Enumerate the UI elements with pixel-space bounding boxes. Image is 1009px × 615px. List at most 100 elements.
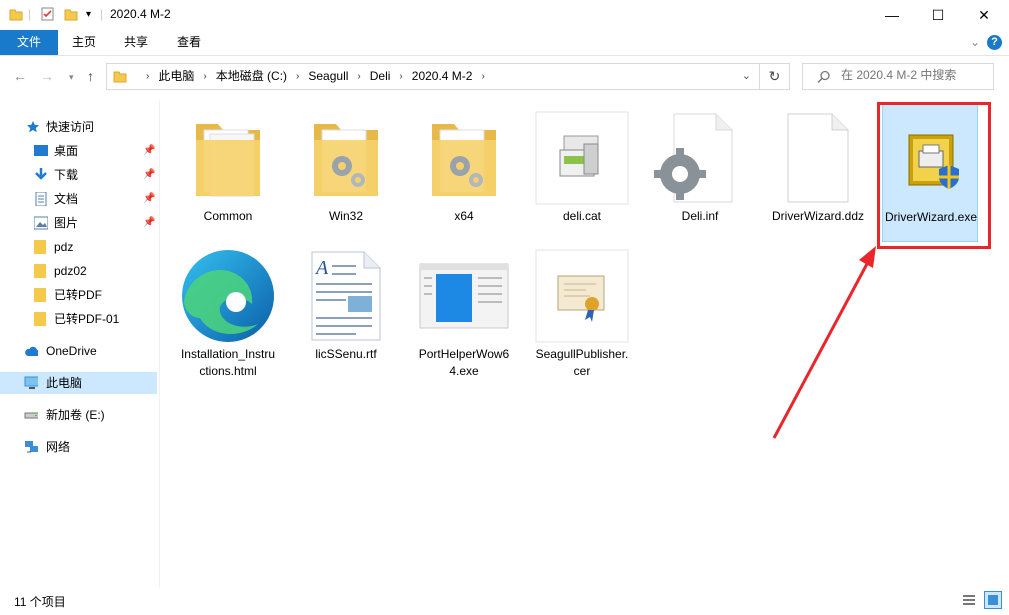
cloud-icon	[25, 346, 38, 356]
file-item-deli-inf[interactable]: Deli.inf	[652, 104, 748, 242]
toolbar-divider: |	[28, 7, 32, 21]
sidebar-item-pictures[interactable]: 图片 📌	[0, 212, 157, 234]
picture-icon	[34, 216, 48, 230]
pin-icon[interactable]: 📌	[143, 212, 155, 234]
sidebar-item-label: pdz	[54, 240, 74, 254]
file-name: licSSenu.rtf	[315, 347, 377, 361]
forward-icon[interactable]: →	[40, 68, 54, 84]
folder-gear-icon	[432, 124, 496, 196]
file-name: Deli.inf	[681, 209, 719, 223]
chevron-right-icon: ›	[399, 71, 403, 82]
chevron-right-icon: ›	[203, 71, 207, 82]
large-icons-view-icon[interactable]	[984, 591, 1002, 609]
folder-icon[interactable]	[9, 7, 23, 21]
maximize-button[interactable]: ☐	[915, 0, 961, 30]
sidebar-item-pdz02[interactable]: pdz02	[0, 260, 157, 282]
file-name: SeagullPublisher.cer	[535, 347, 629, 378]
new-folder-icon[interactable]	[64, 7, 78, 21]
address-bar[interactable]: › 此电脑 › 本地磁盘 (C:) › Seagull › Deli › 202…	[106, 63, 760, 90]
sidebar-item-converted-pdf-01[interactable]: 已转PDF-01	[0, 308, 157, 330]
breadcrumb: › 此电脑 › 本地磁盘 (C:) › Seagull › Deli › 202…	[137, 64, 494, 89]
file-item-licssenu-rtf[interactable]: A licSSenu.rtf	[298, 242, 394, 380]
crumb-seagull[interactable]: Seagull	[308, 64, 348, 89]
tab-view[interactable]: 查看	[167, 30, 211, 55]
tab-home[interactable]: 主页	[62, 30, 106, 55]
file-item-seagullpublisher-cer[interactable]: SeagullPublisher.cer	[534, 242, 630, 380]
computer-icon	[24, 376, 38, 389]
navigation-pane: 快速访问 桌面 📌 下载 📌 文档 📌 图片 📌 pdz pdz02 已转PDF…	[0, 100, 160, 588]
file-item-x64[interactable]: x64	[416, 104, 512, 242]
tab-share[interactable]: 共享	[114, 30, 158, 55]
file-item-porthelperwow64-exe[interactable]: PortHelperWow64.exe	[416, 242, 512, 380]
sidebar-item-desktop[interactable]: 桌面 📌	[0, 140, 157, 162]
vertical-scrollbar[interactable]	[1000, 100, 1009, 588]
file-name: PortHelperWow64.exe	[418, 347, 510, 378]
address-dropdown-icon[interactable]: ⌄	[742, 69, 751, 82]
help-icon[interactable]: ?	[987, 35, 1002, 50]
desktop-icon	[34, 145, 48, 156]
download-icon	[35, 168, 47, 180]
sidebar-item-new-volume[interactable]: 新加卷 (E:)	[0, 404, 157, 426]
sidebar-item-label: 已转PDF	[54, 288, 103, 302]
ribbon-tabs: 文件 主页 共享 查看 ⌄ ?	[0, 30, 1009, 56]
sidebar-item-documents[interactable]: 文档 📌	[0, 188, 157, 210]
folder-icon	[113, 71, 127, 83]
properties-icon[interactable]	[41, 7, 55, 21]
pin-icon[interactable]: 📌	[143, 140, 155, 162]
sidebar-item-network[interactable]: 网络	[0, 436, 157, 458]
sidebar-item-converted-pdf[interactable]: 已转PDF	[0, 284, 157, 306]
chevron-right-icon: ›	[481, 71, 485, 82]
address-row: ← → ▾ ↑ › 此电脑 › 本地磁盘 (C:) › Seagull › De…	[0, 60, 1009, 95]
collapse-ribbon-icon[interactable]: ⌄	[966, 30, 984, 55]
star-icon	[27, 121, 39, 133]
sidebar-item-label: 快速访问	[46, 120, 95, 134]
status-bar: 11 个项目	[0, 588, 1009, 612]
quick-access-dropdown-icon[interactable]: ▾	[86, 9, 91, 20]
title-divider: |	[100, 7, 104, 21]
up-icon[interactable]: ↑	[87, 68, 94, 84]
blank-file-icon	[787, 113, 849, 203]
crumb-current[interactable]: 2020.4 M-2	[412, 64, 473, 89]
sidebar-item-onedrive[interactable]: OneDrive	[0, 340, 157, 362]
pin-icon[interactable]: 📌	[143, 164, 155, 186]
file-item-deli-cat[interactable]: deli.cat	[534, 104, 630, 242]
recent-locations-icon[interactable]: ▾	[69, 72, 74, 83]
file-name: Installation_Instructions.html	[180, 347, 276, 378]
file-item-driverwizard-ddz[interactable]: DriverWizard.ddz	[770, 104, 866, 242]
pin-icon[interactable]: 📌	[143, 188, 155, 210]
annotation-arrow-icon	[772, 246, 876, 439]
search-input[interactable]	[839, 67, 993, 83]
details-view-icon[interactable]	[962, 593, 976, 607]
refresh-button[interactable]: ↻	[760, 63, 790, 90]
file-name: x64	[454, 209, 474, 223]
search-box[interactable]	[802, 63, 994, 90]
folder-icon	[34, 264, 46, 278]
sidebar-item-label: pdz02	[54, 264, 87, 278]
chevron-right-icon: ›	[146, 71, 150, 82]
crumb-deli[interactable]: Deli	[370, 64, 391, 89]
folder-icon	[34, 312, 46, 326]
file-item-win32[interactable]: Win32	[298, 104, 394, 242]
close-button[interactable]: ✕	[961, 0, 1007, 30]
file-item-common[interactable]: Common	[180, 104, 276, 242]
sidebar-item-label: 桌面	[54, 144, 79, 158]
minimize-button[interactable]: —	[869, 0, 915, 30]
search-icon	[817, 70, 830, 84]
sidebar-item-downloads[interactable]: 下载 📌	[0, 164, 157, 186]
tab-file[interactable]: 文件	[0, 30, 58, 55]
sidebar-item-pdz[interactable]: pdz	[0, 236, 157, 258]
file-name: Win32	[328, 209, 363, 223]
folder-icon	[34, 240, 46, 254]
file-item-installation-instructions[interactable]: Installation_Instructions.html	[180, 242, 276, 380]
document-icon	[35, 192, 47, 206]
sidebar-item-this-pc[interactable]: 此电脑	[0, 372, 157, 394]
edge-icon	[182, 250, 274, 342]
drive-icon	[24, 412, 38, 419]
file-name: DriverWizard.ddz	[771, 209, 864, 223]
highlight-box	[877, 102, 991, 249]
crumb-this-pc[interactable]: 此电脑	[158, 64, 194, 89]
sidebar-item-quick-access[interactable]: 快速访问	[0, 116, 157, 138]
crumb-local-disk[interactable]: 本地磁盘 (C:)	[216, 64, 287, 89]
chevron-right-icon: ›	[296, 71, 300, 82]
back-icon[interactable]: ←	[13, 68, 27, 84]
